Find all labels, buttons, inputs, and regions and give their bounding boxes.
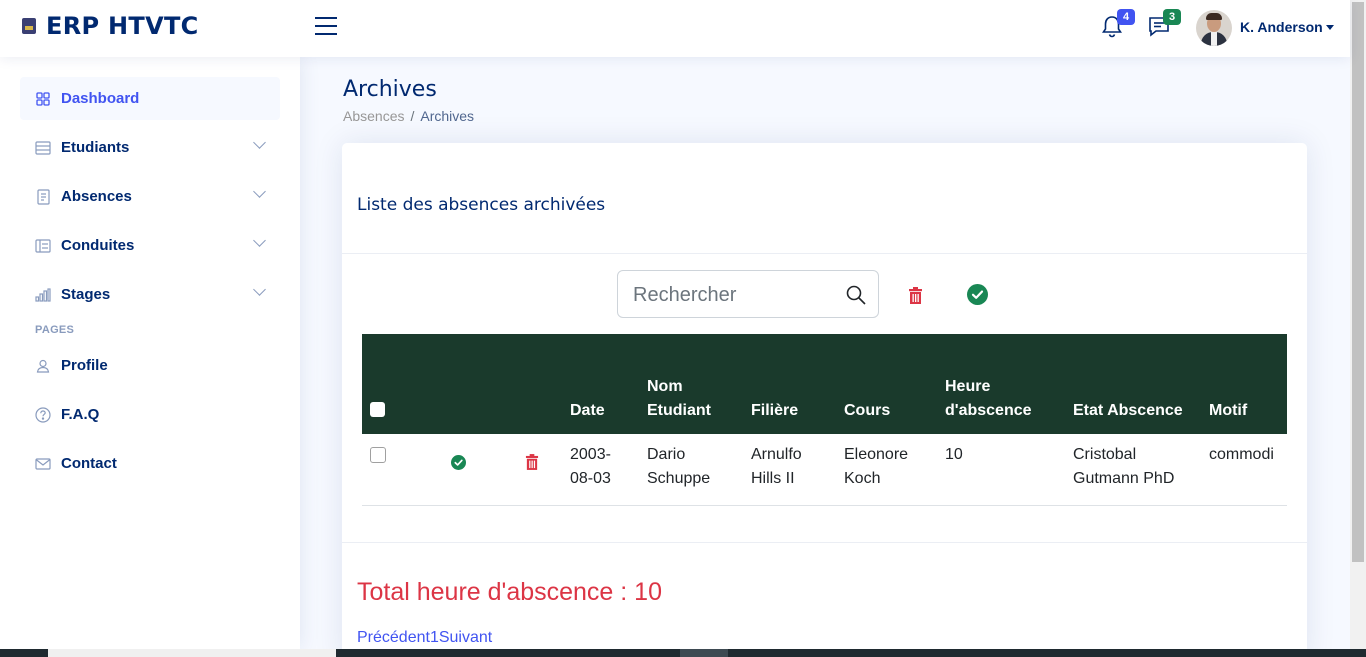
row-select-cell bbox=[362, 434, 439, 506]
table-header-nom: Nom Etudiant bbox=[647, 378, 711, 419]
layout-text-icon bbox=[35, 238, 51, 254]
sidebar-item-contact[interactable]: Contact bbox=[20, 442, 280, 485]
cell-date: 2003-08-03 bbox=[562, 434, 639, 506]
person-icon bbox=[35, 358, 51, 374]
taskbar-search[interactable] bbox=[48, 649, 336, 657]
table-header-motif: Motif bbox=[1209, 402, 1248, 419]
pagination-prev[interactable]: Précédent bbox=[357, 629, 430, 646]
search-field bbox=[617, 270, 879, 318]
list-icon bbox=[35, 140, 51, 156]
page-title: Archives bbox=[343, 77, 437, 102]
menu-toggle-icon[interactable] bbox=[315, 17, 337, 37]
sidebar-item-label: Contact bbox=[61, 455, 117, 472]
select-all-checkbox[interactable] bbox=[370, 402, 385, 417]
breadcrumb: Absences / Archives bbox=[343, 108, 474, 124]
row-delete-cell bbox=[517, 434, 562, 506]
sidebar-item-label: Absences bbox=[61, 188, 132, 205]
sidebar-item-absences[interactable]: Absences bbox=[20, 175, 280, 218]
vertical-scrollbar[interactable] bbox=[1350, 0, 1366, 649]
sidebar-item-profile[interactable]: Profile bbox=[20, 344, 280, 387]
breadcrumb-current: Archives bbox=[420, 108, 475, 124]
logo-image bbox=[22, 18, 36, 34]
taskbar-active-app[interactable] bbox=[680, 649, 728, 657]
messages-badge: 3 bbox=[1163, 9, 1181, 25]
os-taskbar bbox=[0, 649, 1366, 657]
delete-trash-icon[interactable] bbox=[525, 454, 539, 470]
notifications-badge: 4 bbox=[1117, 9, 1135, 25]
pagination: Précédent1Suivant bbox=[357, 629, 492, 647]
chevron-down-icon bbox=[253, 283, 266, 296]
chevron-down-icon bbox=[253, 136, 266, 149]
cell-nom: Dario Schuppe bbox=[639, 434, 743, 506]
restore-all-check-icon[interactable] bbox=[967, 284, 988, 305]
cell-etat: Cristobal Gutmann PhD bbox=[1065, 434, 1201, 506]
table-header-heure: Heure d'abscence bbox=[945, 378, 1032, 419]
messages-chat-icon[interactable]: 3 bbox=[1147, 9, 1181, 40]
question-circle-icon bbox=[35, 406, 51, 423]
sidebar-item-stages[interactable]: Stages bbox=[20, 273, 280, 316]
table-header-filiere: Filière bbox=[751, 402, 799, 419]
sidebar-item-label: Profile bbox=[61, 357, 108, 374]
archives-card: Liste des absences archivées Rechercher … bbox=[342, 143, 1307, 657]
card-title: Liste des absences archivées bbox=[357, 195, 606, 215]
card-divider bbox=[342, 253, 1307, 254]
table-header-cell bbox=[439, 334, 517, 434]
cell-motif: commodi bbox=[1201, 434, 1287, 506]
pagination-next[interactable]: Suivant bbox=[439, 629, 492, 646]
chevron-down-icon bbox=[253, 185, 266, 198]
sidebar-item-label: Stages bbox=[61, 286, 111, 303]
cell-heure: 10 bbox=[937, 434, 1065, 506]
table-row: 2003-08-03 Dario Schuppe Arnulfo Hills I… bbox=[362, 434, 1287, 506]
search-icon[interactable] bbox=[846, 285, 866, 305]
breadcrumb-separator: / bbox=[410, 108, 415, 124]
select-all-header bbox=[362, 334, 439, 434]
app-title: ERP HTVTC bbox=[46, 12, 199, 40]
user-menu-dropdown[interactable]: K. Anderson bbox=[1240, 19, 1334, 35]
table-header-cell bbox=[517, 334, 562, 434]
card-divider bbox=[342, 542, 1307, 543]
breadcrumb-link-absences[interactable]: Absences bbox=[343, 108, 404, 124]
sidebar-item-conduites[interactable]: Conduites bbox=[20, 224, 280, 267]
caret-down-icon bbox=[1325, 25, 1334, 30]
sidebar: Dashboard Etudiants Absences Conduites S… bbox=[0, 57, 300, 649]
chevron-down-icon bbox=[253, 234, 266, 247]
envelope-icon bbox=[35, 456, 51, 472]
user-avatar[interactable] bbox=[1196, 10, 1232, 46]
sidebar-item-dashboard[interactable]: Dashboard bbox=[20, 77, 280, 120]
row-checkbox[interactable] bbox=[370, 447, 386, 463]
bar-chart-icon bbox=[35, 287, 51, 303]
sidebar-item-faq[interactable]: F.A.Q bbox=[20, 393, 280, 436]
total-hours-label: Total heure d'abscence : 10 bbox=[357, 578, 662, 606]
scrollbar-thumb[interactable] bbox=[1352, 2, 1364, 562]
delete-all-trash-icon[interactable] bbox=[908, 287, 923, 304]
sidebar-item-etudiants[interactable]: Etudiants bbox=[20, 126, 280, 169]
search-input[interactable] bbox=[633, 281, 833, 309]
restore-check-icon[interactable] bbox=[451, 454, 466, 470]
sidebar-item-label: Dashboard bbox=[61, 90, 140, 107]
table-header-etat: Etat Abscence bbox=[1073, 402, 1183, 419]
sidebar-item-label: Conduites bbox=[61, 237, 135, 254]
cell-cours: Eleonore Koch bbox=[836, 434, 937, 506]
table-header-row: Date Nom Etudiant Filière Cours Heure d'… bbox=[362, 334, 1287, 434]
notifications-bell-icon[interactable]: 4 bbox=[1101, 9, 1135, 40]
sidebar-item-label: F.A.Q bbox=[61, 406, 100, 423]
logo[interactable]: ERP HTVTC bbox=[22, 12, 199, 40]
table-header-date: Date bbox=[570, 402, 605, 419]
pagination-page[interactable]: 1 bbox=[430, 629, 439, 646]
sidebar-item-label: Etudiants bbox=[61, 139, 130, 156]
table-header-cours: Cours bbox=[844, 402, 891, 419]
grid-icon bbox=[35, 91, 51, 107]
user-name-label: K. Anderson bbox=[1240, 19, 1323, 35]
absences-table: Date Nom Etudiant Filière Cours Heure d'… bbox=[362, 334, 1287, 506]
row-restore-cell bbox=[439, 434, 517, 506]
cell-filiere: Arnulfo Hills II bbox=[743, 434, 836, 506]
journal-icon bbox=[35, 188, 51, 205]
top-header: ERP HTVTC 4 3 K. Anderson bbox=[0, 0, 1350, 57]
sidebar-section-heading: PAGES bbox=[35, 324, 75, 336]
